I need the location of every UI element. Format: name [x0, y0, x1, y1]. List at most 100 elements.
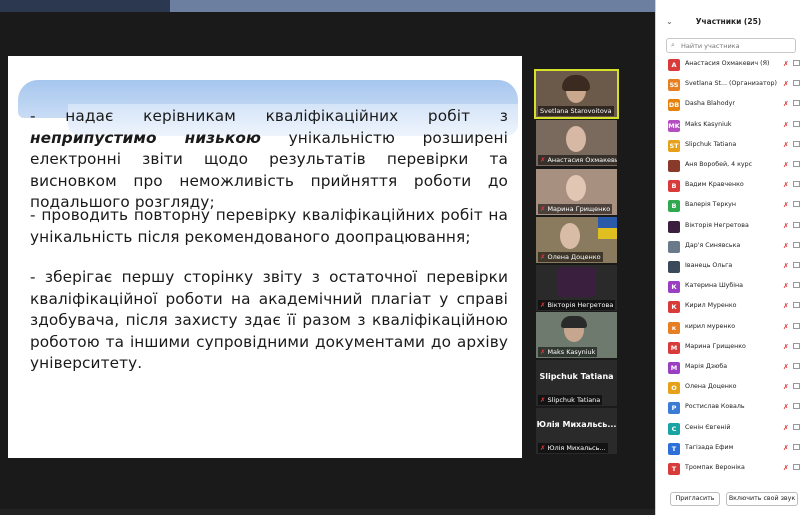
camera-icon[interactable]	[793, 322, 800, 329]
participant-row[interactable]: Дар'я Синявська ✗	[656, 238, 800, 258]
camera-icon[interactable]	[793, 60, 800, 66]
muted-mic-icon[interactable]: ✗	[783, 343, 789, 351]
participant-row[interactable]: Іванець Ольга ✗	[656, 258, 800, 278]
participant-row[interactable]: MK Maks Kasyniuk ✗	[656, 117, 800, 137]
muted-mic-icon[interactable]: ✗	[783, 323, 789, 331]
muted-mic-icon[interactable]: ✗	[783, 302, 789, 310]
participant-avatar: О	[668, 382, 680, 395]
participant-name: Тромпак Вероніка	[685, 464, 745, 471]
participants-panel: ⌄ Участники (25) ⌕ А Анастасия Охмакевич …	[655, 0, 800, 515]
muted-mic-icon[interactable]: ✗	[783, 121, 789, 129]
tile-name: ✗ Анастасия Охмакевич	[538, 155, 617, 165]
participant-row[interactable]: DB Dasha Blahodyr ✗	[656, 96, 800, 116]
muted-mic-icon[interactable]: ✗	[783, 403, 789, 411]
participant-row[interactable]: Вікторія Негретова ✗	[656, 218, 800, 238]
camera-icon[interactable]	[793, 423, 800, 430]
video-tile[interactable]: Slipchuk Tatiana ✗ Slipchuk Tatiana	[536, 360, 617, 406]
participant-row[interactable]: к кирил муренко ✗	[656, 319, 800, 339]
participant-face	[566, 126, 586, 152]
muted-mic-icon: ✗	[540, 301, 546, 309]
camera-icon[interactable]	[793, 140, 800, 147]
video-tile[interactable]: ✗ Maks Kasyniuk	[536, 312, 617, 358]
participant-row[interactable]: Р Ростислав Коваль ✗	[656, 399, 800, 419]
camera-icon[interactable]	[793, 342, 800, 349]
camera-icon[interactable]	[793, 120, 800, 127]
participant-row[interactable]: К Кирил Муренко ✗	[656, 298, 800, 318]
camera-icon[interactable]	[793, 181, 800, 188]
participant-row[interactable]: А Анастасия Охмакевич (Я) ✗	[656, 56, 800, 76]
participant-row[interactable]: В Валерія Теркун ✗	[656, 197, 800, 217]
muted-mic-icon[interactable]: ✗	[783, 141, 789, 149]
participant-name: Ростислав Коваль	[685, 403, 745, 411]
participant-row[interactable]: К Катерина Шубіна ✗	[656, 278, 800, 298]
muted-mic-icon[interactable]: ✗	[783, 100, 789, 108]
camera-icon[interactable]	[793, 464, 800, 470]
invite-button[interactable]: Пригласить	[670, 492, 720, 506]
participant-row[interactable]: М Марія Дзюба ✗	[656, 359, 800, 379]
tile-big-name: Юлія Михальсь...	[536, 420, 617, 429]
camera-icon[interactable]	[793, 282, 800, 289]
video-tile[interactable]: Юлія Михальсь... ✗ Юлія Михальсь...	[536, 408, 617, 454]
video-tile[interactable]: ✗ Олена Доценко	[536, 217, 617, 263]
participant-hair	[562, 75, 590, 91]
participant-row[interactable]: М Марина Грищенко ✗	[656, 339, 800, 359]
participant-row[interactable]: Т Тромпак Вероніка ✗	[656, 460, 800, 480]
window-top-bar	[0, 0, 655, 12]
muted-mic-icon[interactable]: ✗	[783, 444, 789, 452]
camera-icon[interactable]	[793, 403, 800, 410]
slide-paragraph-2: - проводить повторну перевірку кваліфіка…	[30, 206, 508, 246]
muted-mic-icon[interactable]: ✗	[783, 363, 789, 371]
camera-icon[interactable]	[793, 80, 800, 87]
participant-avatar: Р	[668, 402, 680, 415]
camera-icon[interactable]	[793, 262, 800, 268]
muted-mic-icon: ✗	[540, 348, 546, 356]
participant-avatar	[668, 240, 680, 253]
participant-search-input[interactable]	[681, 40, 793, 52]
muted-mic-icon[interactable]: ✗	[783, 424, 789, 432]
muted-mic-icon: ✗	[540, 396, 546, 404]
participant-row[interactable]: Т Тагізада Ефим ✗	[656, 440, 800, 460]
participant-avatar: С	[668, 422, 680, 435]
camera-icon[interactable]	[793, 100, 800, 107]
camera-icon[interactable]	[793, 201, 800, 208]
camera-icon[interactable]	[793, 443, 800, 450]
camera-icon[interactable]	[793, 383, 800, 390]
participant-row[interactable]: ST Slipchuk Tatiana ✗	[656, 137, 800, 157]
muted-mic-icon[interactable]: ✗	[783, 201, 789, 209]
participant-avatar: М	[668, 341, 680, 354]
muted-mic-icon[interactable]: ✗	[783, 464, 789, 472]
participant-name: Кирил Муренко	[685, 302, 737, 310]
video-tile[interactable]: ✗ Марина Грищенко	[536, 169, 617, 215]
video-tile[interactable]: ✗ Вікторія Негретова	[536, 265, 617, 311]
camera-icon[interactable]	[793, 161, 800, 167]
participant-row[interactable]: О Олена Доценко ✗	[656, 379, 800, 399]
unmute-self-button[interactable]: Включить свой звук	[726, 492, 798, 506]
participant-row[interactable]: В Вадим Кравченко ✗	[656, 177, 800, 197]
tile-name: Svetlana Starovoitova	[538, 106, 614, 116]
participant-avatar	[668, 220, 680, 233]
muted-mic-icon[interactable]: ✗	[783, 282, 789, 290]
video-tile[interactable]: ✗ Анастасия Охмакевич	[536, 120, 617, 166]
camera-icon[interactable]	[793, 241, 800, 248]
video-tile[interactable]: Svetlana Starovoitova	[534, 69, 619, 119]
muted-mic-icon[interactable]: ✗	[783, 383, 789, 391]
participant-name: Марія Дзюба	[685, 363, 728, 370]
participant-row[interactable]: SS Svetlana St... (Организатор)▪ ✗	[656, 76, 800, 96]
muted-mic-icon[interactable]: ✗	[783, 80, 789, 88]
camera-icon[interactable]	[793, 221, 800, 228]
participant-name: Дар'я Синявська	[685, 241, 741, 249]
camera-icon[interactable]	[793, 302, 800, 309]
muted-mic-icon[interactable]: ✗	[783, 242, 789, 250]
tile-name: ✗ Олена Доценко	[538, 252, 603, 262]
muted-mic-icon[interactable]: ✗	[783, 262, 789, 270]
muted-mic-icon: ✗	[540, 205, 546, 213]
participants-title: Участники (25)	[695, 17, 762, 26]
muted-mic-icon[interactable]: ✗	[783, 222, 789, 230]
muted-mic-icon[interactable]: ✗	[783, 161, 789, 169]
camera-icon[interactable]	[793, 363, 800, 369]
tile-big-name: Slipchuk Tatiana	[539, 372, 614, 381]
participant-row[interactable]: С Сенін Євгеній ✗	[656, 420, 800, 440]
muted-mic-icon[interactable]: ✗	[783, 181, 789, 189]
participant-row[interactable]: Аня Воробей, 4 курс ✗	[656, 157, 800, 177]
muted-mic-icon[interactable]: ✗	[783, 60, 789, 68]
